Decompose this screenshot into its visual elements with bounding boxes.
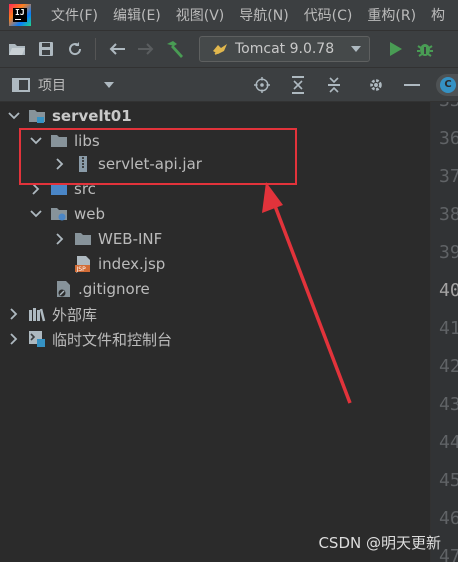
tree-item-external-libraries[interactable]: 外部库 xyxy=(8,303,97,325)
sync-icon[interactable] xyxy=(63,37,87,61)
menu-file[interactable]: 文件(F) xyxy=(51,5,98,25)
scratches-console-icon xyxy=(28,331,46,347)
jsp-file-icon: JSP xyxy=(74,256,92,273)
line-number: 45 xyxy=(439,470,458,491)
tree-item-index-jsp[interactable]: JSP index.jsp xyxy=(74,253,165,275)
menu-build[interactable]: 构 xyxy=(431,5,445,25)
editor-tab[interactable]: C xyxy=(436,74,458,96)
debug-bug-icon[interactable] xyxy=(413,37,437,61)
select-opened-file-icon[interactable] xyxy=(254,77,270,93)
chevron-right-icon[interactable] xyxy=(54,233,66,245)
tree-item-web-inf[interactable]: WEB-INF xyxy=(54,228,162,250)
line-number-current: 40 xyxy=(439,280,458,301)
line-number: 38 xyxy=(439,204,458,225)
project-window-icon xyxy=(12,77,30,92)
module-folder-icon xyxy=(28,108,46,124)
forward-arrow-icon[interactable] xyxy=(134,37,158,61)
run-icon[interactable] xyxy=(384,37,408,61)
run-configuration-selector[interactable]: Tomcat 9.0.78 xyxy=(199,36,370,62)
line-number: 42 xyxy=(439,356,458,377)
tree-item-web[interactable]: web xyxy=(30,203,105,225)
ignore-file-icon xyxy=(54,281,72,297)
tree-item-label: 外部库 xyxy=(52,305,98,324)
line-number: 39 xyxy=(439,242,458,263)
class-icon: C xyxy=(440,77,456,93)
menu-view[interactable]: 视图(V) xyxy=(176,5,225,25)
menu-code[interactable]: 代码(C) xyxy=(304,5,353,25)
toolbar-separator xyxy=(95,38,96,60)
tree-item-label: .gitignore xyxy=(78,280,150,298)
intellij-logo-icon[interactable]: IJ xyxy=(9,4,31,26)
project-panel-title: 项目 xyxy=(38,77,66,94)
chevron-down-icon xyxy=(351,46,361,52)
build-hammer-icon[interactable] xyxy=(163,37,187,61)
line-number: 47 xyxy=(439,546,458,562)
tomcat-icon xyxy=(213,44,227,55)
line-number: 35 xyxy=(439,102,458,111)
expand-all-icon[interactable] xyxy=(290,76,306,94)
line-number: 41 xyxy=(439,318,458,339)
line-number: 44 xyxy=(439,432,458,453)
gear-icon[interactable] xyxy=(368,77,384,93)
svg-text:JSP: JSP xyxy=(76,266,87,273)
menu-edit[interactable]: 编辑(E) xyxy=(113,5,161,25)
open-folder-icon[interactable] xyxy=(5,37,29,61)
line-number: 43 xyxy=(439,394,458,415)
folder-icon xyxy=(74,231,92,247)
tree-item-label: web xyxy=(74,205,106,223)
menu-bar: IJ 文件(F) 编辑(E) 视图(V) 导航(N) 代码(C) 重构(R) 构 xyxy=(0,0,458,30)
menu-navigate[interactable]: 导航(N) xyxy=(239,5,288,25)
collapse-all-icon[interactable] xyxy=(326,77,342,93)
line-number: 46 xyxy=(439,508,458,529)
project-panel-header: 项目 xyxy=(0,68,430,102)
chevron-down-icon[interactable] xyxy=(8,110,20,122)
chevron-right-icon[interactable] xyxy=(8,333,20,345)
line-number: 37 xyxy=(439,166,458,187)
chevron-down-icon[interactable] xyxy=(104,81,114,88)
save-all-icon[interactable] xyxy=(34,37,58,61)
tree-item-label: 临时文件和控制台 xyxy=(52,330,173,349)
menu-refactor[interactable]: 重构(R) xyxy=(367,5,416,25)
chevron-down-icon[interactable] xyxy=(30,208,42,220)
web-folder-icon xyxy=(50,206,68,222)
minimize-icon[interactable] xyxy=(404,77,420,93)
editor-gutter: 35 36 37 38 39 40 41 42 43 44 45 46 47 xyxy=(430,102,458,562)
back-arrow-icon[interactable] xyxy=(105,37,129,61)
ide-window: IJ 文件(F) 编辑(E) 视图(V) 导航(N) 代码(C) 重构(R) 构 xyxy=(0,0,458,562)
watermark: CSDN @明天更新 xyxy=(318,534,441,552)
run-config-label: Tomcat 9.0.78 xyxy=(235,41,335,57)
tree-item-label: index.jsp xyxy=(98,255,166,273)
tree-item-label: servelt01 xyxy=(52,107,132,125)
libraries-icon xyxy=(28,306,46,322)
project-panel-actions xyxy=(234,68,420,102)
main-toolbar: Tomcat 9.0.78 xyxy=(0,30,458,68)
tree-item-root[interactable]: servelt01 xyxy=(8,105,132,127)
line-number: 36 xyxy=(439,128,458,149)
tree-item-scratches[interactable]: 临时文件和控制台 xyxy=(8,328,172,350)
annotation-highlight-box xyxy=(19,128,297,185)
tree-item-gitignore[interactable]: .gitignore xyxy=(54,278,150,300)
tree-item-label: WEB-INF xyxy=(98,230,163,248)
chevron-right-icon[interactable] xyxy=(8,308,20,320)
